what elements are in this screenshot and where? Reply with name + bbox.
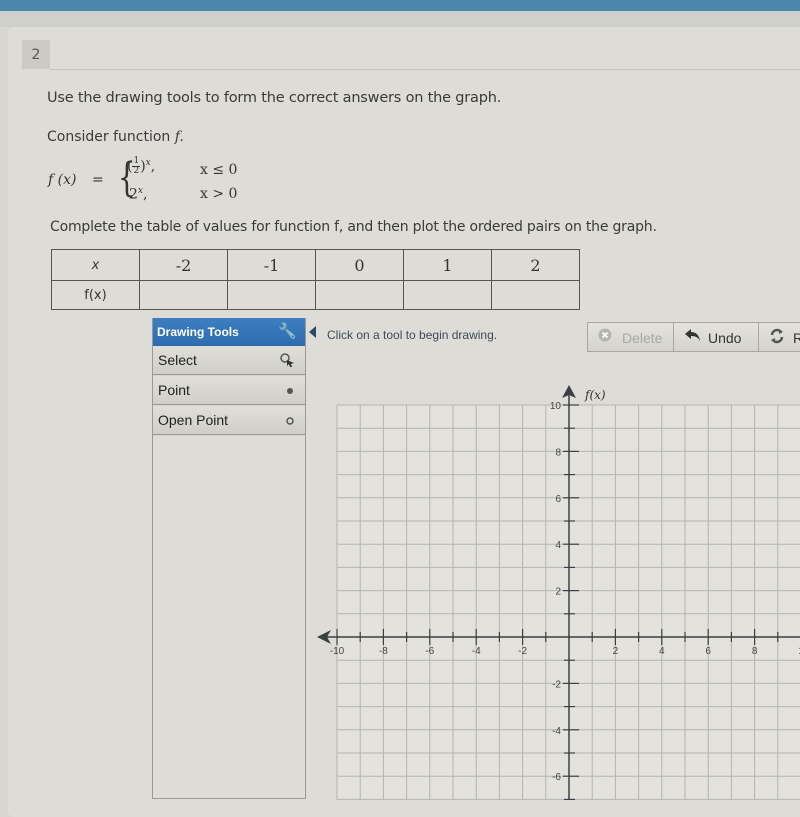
undo-button[interactable]: Undo bbox=[673, 322, 759, 352]
reset-label: R bbox=[793, 330, 800, 346]
y-tick-label: -4 bbox=[552, 726, 561, 737]
open-dot-icon bbox=[285, 412, 295, 431]
filled-dot-icon bbox=[285, 382, 295, 401]
drawing-tools-empty-area bbox=[153, 436, 305, 798]
drawing-tools-panel: Drawing Tools 🔧 Select Point Open Point bbox=[152, 318, 306, 799]
select-cursor-icon bbox=[279, 352, 295, 371]
y-tick-label: 6 bbox=[555, 494, 561, 505]
delete-x-icon bbox=[598, 328, 612, 345]
x-tick-label: 4 bbox=[659, 646, 665, 657]
y-tick-label: 10 bbox=[550, 401, 562, 412]
undo-label: Undo bbox=[708, 330, 742, 346]
x-tick-label: 6 bbox=[705, 646, 711, 657]
x-tick-label: 2 bbox=[613, 646, 619, 657]
tool-label: Select bbox=[158, 352, 197, 368]
x-tick-label: -4 bbox=[472, 646, 481, 657]
y-tick-label: 2 bbox=[555, 587, 561, 598]
tool-label: Open Point bbox=[158, 412, 229, 428]
delete-label: Delete bbox=[622, 330, 663, 346]
undo-arrow-icon bbox=[684, 328, 702, 345]
collapse-panel-icon[interactable] bbox=[309, 326, 316, 338]
y-tick-label: 8 bbox=[555, 447, 561, 458]
coordinate-graph[interactable]: -10-8-6-4-224681108642-2-4-6f(x) bbox=[0, 0, 800, 800]
tool-select[interactable]: Select bbox=[153, 346, 305, 375]
x-tick-label: 8 bbox=[752, 646, 758, 657]
reset-icon bbox=[769, 328, 785, 347]
status-message: Click on a tool to begin drawing. bbox=[327, 328, 498, 342]
y-tick-label: -6 bbox=[552, 772, 561, 783]
delete-button[interactable]: Delete bbox=[587, 322, 674, 352]
y-tick-label: 4 bbox=[555, 540, 561, 551]
x-tick-label: -2 bbox=[518, 646, 527, 657]
drawing-tools-title: Drawing Tools bbox=[157, 325, 239, 339]
y-axis-label: f(x) bbox=[584, 388, 606, 402]
tool-label: Point bbox=[158, 382, 190, 398]
tool-point[interactable]: Point bbox=[153, 376, 305, 405]
x-tick-label: -8 bbox=[379, 646, 388, 657]
y-tick-label: -2 bbox=[552, 679, 561, 690]
wrench-icon: 🔧 bbox=[278, 323, 297, 340]
tool-open-point[interactable]: Open Point bbox=[153, 406, 305, 435]
reset-button[interactable]: R bbox=[758, 322, 800, 352]
x-tick-label: -6 bbox=[425, 646, 434, 657]
x-tick-label: -10 bbox=[330, 646, 345, 657]
drawing-tools-header: Drawing Tools 🔧 bbox=[153, 318, 305, 346]
